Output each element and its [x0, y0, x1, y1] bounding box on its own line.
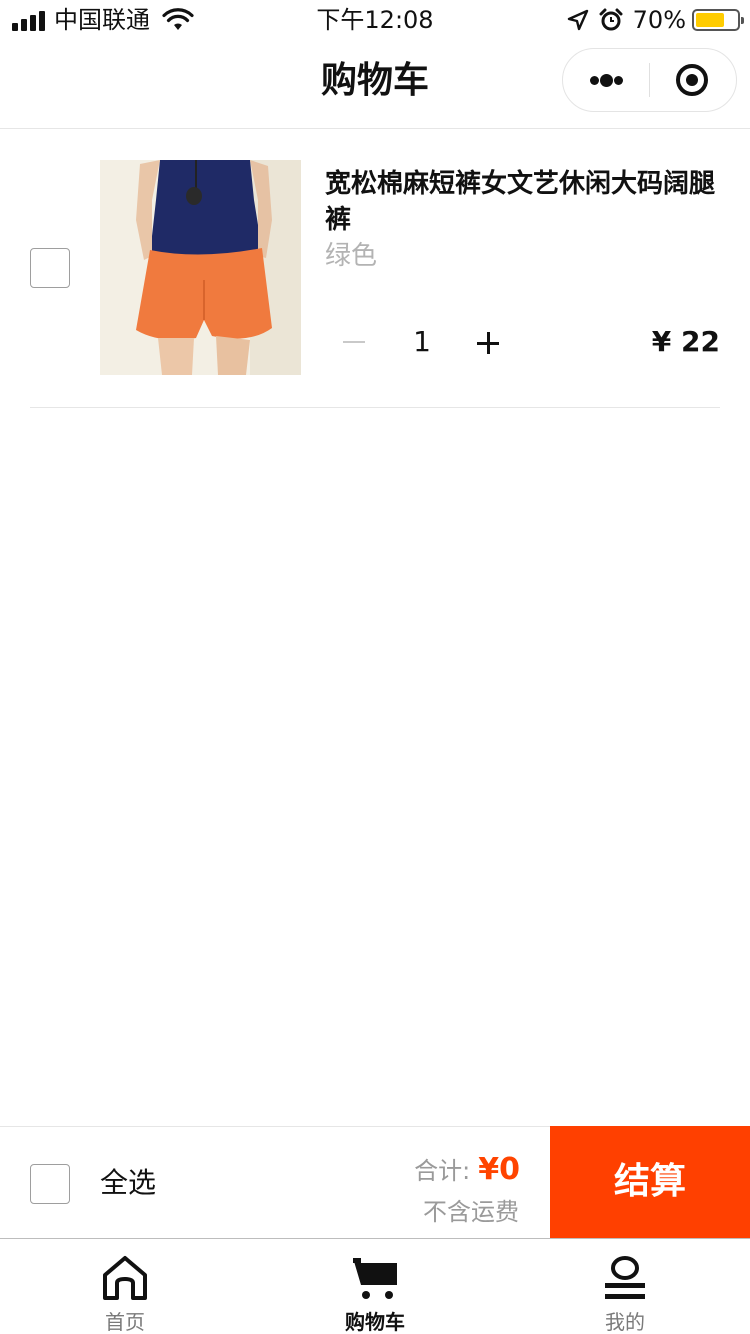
mini-program-capsule	[562, 48, 737, 112]
nav-divider	[0, 128, 750, 129]
increase-quantity-button[interactable]	[468, 322, 508, 366]
checkout-button[interactable]: 结算	[550, 1126, 750, 1238]
select-all-checkbox[interactable]	[30, 1164, 70, 1204]
battery-icon	[692, 9, 744, 31]
target-circle-icon[interactable]	[650, 49, 737, 111]
total-label: 合计:	[414, 1157, 471, 1185]
tab-label-cart: 购物车	[345, 1310, 405, 1334]
tab-profile[interactable]: 我的	[500, 1239, 750, 1334]
item-title[interactable]: 宽松棉麻短裤女文艺休闲大码阔腿裤	[325, 166, 725, 238]
minus-icon	[343, 341, 365, 343]
quantity-value: 1	[413, 325, 431, 358]
more-dots-icon[interactable]	[563, 49, 650, 111]
settlement-bar: 全选 合计: ¥0 不含运费 结算	[0, 1126, 750, 1238]
home-icon	[103, 1256, 147, 1300]
decrease-quantity-button[interactable]	[334, 320, 374, 364]
status-indicators: 70%	[567, 5, 744, 35]
item-divider	[30, 407, 720, 408]
profile-icon	[605, 1256, 645, 1299]
item-spec: 绿色	[325, 241, 378, 271]
shipping-note: 不含运费	[423, 1198, 519, 1226]
total-row: 合计: ¥0	[414, 1151, 520, 1187]
tab-cart[interactable]: 购物车	[250, 1239, 500, 1334]
status-bar: 中国联通 下午12:08 70%	[0, 0, 750, 40]
item-checkbox[interactable]	[30, 248, 70, 288]
cart-page: 中国联通 下午12:08 70% 购物车 宽松棉麻短裤女文艺休闲大码阔腿裤 绿色…	[0, 0, 750, 1334]
tab-label-home: 首页	[105, 1310, 145, 1334]
total-value: ¥0	[478, 1152, 520, 1187]
battery-percent: 70%	[632, 6, 686, 34]
cart-icon	[353, 1258, 397, 1299]
tab-label-profile: 我的	[605, 1310, 645, 1334]
product-image[interactable]	[100, 160, 301, 375]
select-all-label[interactable]: 全选	[100, 1165, 156, 1201]
tab-home[interactable]: 首页	[0, 1239, 250, 1334]
location-arrow-icon	[567, 9, 588, 31]
tab-bar: 首页 购物车 我的	[0, 1238, 750, 1334]
alarm-clock-icon	[599, 8, 623, 31]
item-price: ¥ 22	[651, 325, 720, 358]
